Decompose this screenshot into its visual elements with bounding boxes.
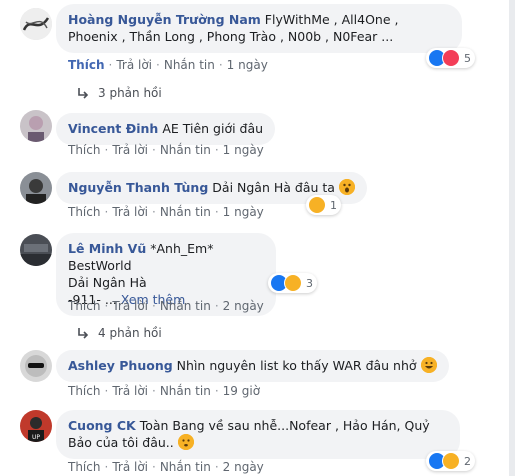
reaction-count: 2 <box>464 454 471 468</box>
comment-actions: Thích · Trả lời · Nhắn tin · 2 ngày <box>68 299 264 313</box>
sad-emoji-icon <box>177 434 194 450</box>
comment-timestamp[interactable]: 1 ngày <box>227 58 268 72</box>
comment-actions: Thích · Trả lời · Nhắn tin · 1 ngày <box>68 58 268 72</box>
like-button[interactable]: Thích <box>68 205 100 219</box>
avatar[interactable]: UP <box>20 410 52 442</box>
avatar[interactable] <box>20 350 52 382</box>
reaction-summary[interactable]: 2 <box>426 451 475 471</box>
like-button[interactable]: Thích <box>68 143 100 157</box>
comment-author[interactable]: Cuong CK <box>68 418 136 433</box>
avatar[interactable] <box>20 8 52 40</box>
reply-button[interactable]: Trả lời <box>112 205 148 219</box>
love-reaction-icon <box>442 49 460 67</box>
reply-button[interactable]: Trả lời <box>112 460 148 474</box>
haha-reaction-icon <box>442 452 460 470</box>
avatar[interactable] <box>20 234 52 266</box>
message-button[interactable]: Nhắn tin <box>160 205 211 219</box>
reply-arrow-icon <box>78 328 89 339</box>
reply-button[interactable]: Trả lời <box>112 384 148 398</box>
comment-bubble: Vincent Đinh AE Tiên giới đâu <box>56 113 276 145</box>
comment-actions: Thích · Trả lời · Nhắn tin · 19 giờ <box>68 384 261 398</box>
comment-actions: Thích · Trả lời · Nhắn tin · 1 ngày <box>68 143 264 157</box>
like-button[interactable]: Thích <box>68 384 100 398</box>
svg-text:UP: UP <box>32 434 40 441</box>
view-replies-link[interactable]: 4 phản hồi <box>76 326 162 340</box>
reply-arrow-icon <box>78 88 89 99</box>
reaction-count: 5 <box>464 51 471 65</box>
reply-button[interactable]: Trả lời <box>112 299 148 313</box>
haha-reaction-icon <box>284 274 302 292</box>
like-button[interactable]: Thích <box>68 299 100 313</box>
comment-actions: Thích · Trả lời · Nhắn tin · 1 ngày <box>68 205 264 219</box>
message-button[interactable]: Nhắn tin <box>160 384 211 398</box>
comment-author[interactable]: Hoàng Nguyễn Trường Nam <box>68 12 261 27</box>
comment-text: Dải Ngân Hà đâu ta <box>212 180 335 195</box>
comment-timestamp[interactable]: 1 ngày <box>223 143 264 157</box>
comment-bubble: Cuong CK Toàn Bang về sau nhễ...Nofear , … <box>56 410 460 459</box>
reaction-summary[interactable]: 5 <box>426 48 475 68</box>
comment-bubble: Hoàng Nguyễn Trường Nam FlyWithMe , All4O… <box>56 4 462 53</box>
comment-timestamp[interactable]: 2 ngày <box>223 299 264 313</box>
reaction-summary[interactable]: 1 <box>306 195 341 215</box>
message-button[interactable]: Nhắn tin <box>160 460 211 474</box>
wow-emoji-icon <box>338 179 355 195</box>
reaction-summary[interactable]: 3 <box>268 273 317 293</box>
scrollbar[interactable] <box>509 0 515 476</box>
replies-count[interactable]: 3 phản hồi <box>98 86 162 100</box>
comment-actions: Thích · Trả lời · Nhắn tin · 2 ngày <box>68 460 264 474</box>
comment-author[interactable]: Ashley Phuong <box>68 358 173 373</box>
avatar[interactable] <box>20 172 52 204</box>
reply-button[interactable]: Trả lời <box>116 58 152 72</box>
reaction-count: 1 <box>330 198 337 212</box>
message-button[interactable]: Nhắn tin <box>160 299 211 313</box>
reaction-count: 3 <box>306 276 313 290</box>
comment-text: Dải Ngân Hà <box>68 275 147 290</box>
comment-text: AE Tiên giới đâu <box>162 121 264 136</box>
view-replies-link[interactable]: 3 phản hồi <box>76 86 162 100</box>
replies-count[interactable]: 4 phản hồi <box>98 326 162 340</box>
comment-author[interactable]: Nguyễn Thanh Tùng <box>68 180 208 195</box>
message-button[interactable]: Nhắn tin <box>160 143 211 157</box>
grin-emoji-icon <box>420 357 437 373</box>
comment-timestamp[interactable]: 1 ngày <box>223 205 264 219</box>
avatar[interactable] <box>20 110 52 142</box>
comment-bubble: Ashley Phuong Nhìn nguyên list ko thấy WA… <box>56 350 449 382</box>
comment-timestamp[interactable]: 2 ngày <box>223 460 264 474</box>
comment-author[interactable]: Lê Minh Vũ <box>68 241 146 256</box>
haha-reaction-icon <box>308 196 326 214</box>
comment-text: Nhìn nguyên list ko thấy WAR đâu nhở <box>176 358 417 373</box>
comment-author[interactable]: Vincent Đinh <box>68 121 158 136</box>
like-button[interactable]: Thích <box>68 58 105 72</box>
comment-timestamp[interactable]: 19 giờ <box>223 384 260 398</box>
message-button[interactable]: Nhắn tin <box>164 58 215 72</box>
reply-button[interactable]: Trả lời <box>112 143 148 157</box>
like-button[interactable]: Thích <box>68 460 100 474</box>
